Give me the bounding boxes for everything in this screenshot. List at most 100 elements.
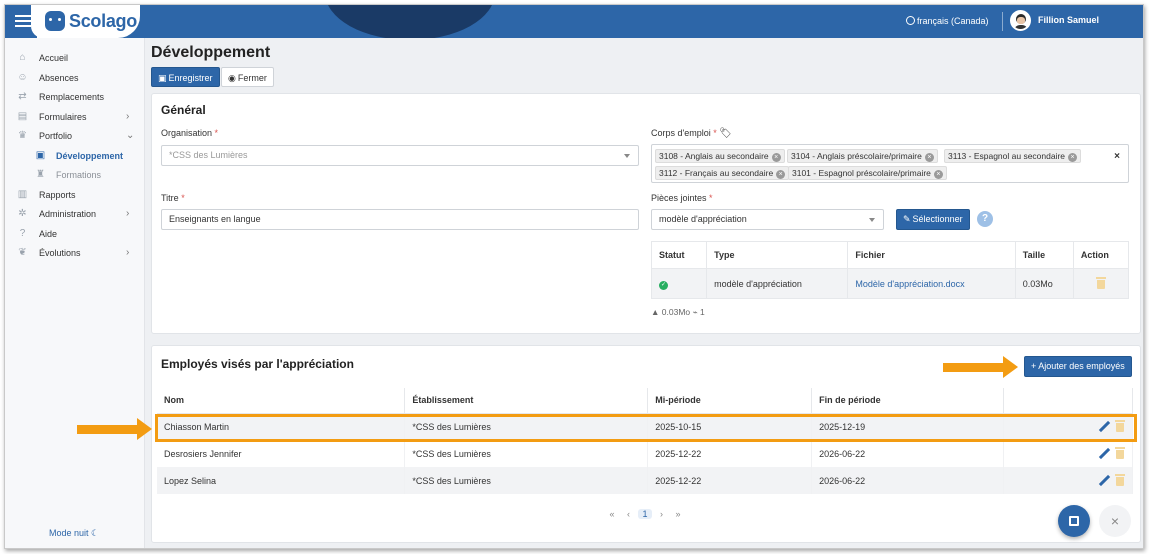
add-employees-button[interactable]: + Ajouter des employés	[1024, 356, 1132, 377]
sidebar-item-absences[interactable]: ☺ Absences	[5, 69, 145, 87]
piece-type-select[interactable]: modèle d'appréciation	[651, 209, 884, 230]
gear-icon: ✲	[18, 208, 27, 219]
paperclip-icon: ⌁	[692, 307, 698, 317]
edit-icon[interactable]	[1099, 475, 1110, 486]
sidebar-item-accueil[interactable]: ⌂ Accueil	[5, 49, 145, 67]
user-absence-icon: ☺	[17, 72, 28, 83]
logo[interactable]: Scolago	[31, 5, 140, 38]
sidebar-item-formations[interactable]: ♜ Formations	[5, 166, 145, 184]
table-row[interactable]: Desrosiers Jennifer *CSS des Lumières 20…	[157, 440, 1133, 467]
column-header[interactable]: Statut	[651, 241, 708, 269]
paperclip-icon: ✎	[903, 214, 911, 224]
column-header[interactable]: Fin de période	[811, 388, 1005, 414]
etablissement-cell: *CSS des Lumières	[404, 413, 649, 440]
trash-icon[interactable]	[1115, 446, 1125, 459]
employees-table: Nom Établissement Mi-période Fin de péri…	[157, 388, 1133, 494]
user-name[interactable]: Fillion Samuel	[1038, 15, 1099, 25]
current-page[interactable]: 1	[638, 509, 653, 519]
remove-tag-icon[interactable]: ×	[924, 153, 934, 162]
remove-tag-icon[interactable]: ×	[1068, 153, 1078, 162]
column-header[interactable]: Mi-période	[647, 388, 813, 414]
caret-down-icon	[869, 218, 875, 222]
sidebar-item-label: Accueil	[39, 53, 69, 63]
next-page-button[interactable]: ›	[655, 509, 669, 519]
caret-down-icon	[624, 154, 630, 158]
name-cell: Lopez Selina	[157, 467, 406, 494]
close-button[interactable]: ◉ Fermer	[221, 67, 274, 87]
save-button[interactable]: ▣ Enregistrer	[151, 67, 220, 87]
action-cell	[1003, 413, 1133, 440]
help-icon[interactable]: ?	[977, 211, 993, 227]
trash-icon[interactable]	[1115, 419, 1125, 432]
column-header[interactable]: Action	[1073, 241, 1130, 269]
column-header	[1003, 388, 1133, 414]
sidebar-item-label: Absences	[39, 73, 79, 83]
sidebar-item-rapports[interactable]: ▥ Rapports	[5, 186, 145, 204]
header-divider	[1002, 12, 1003, 31]
remove-tag-icon[interactable]: ×	[771, 153, 781, 162]
action-cell	[1003, 467, 1133, 494]
tag-label: 3113 - Espagnol au secondaire	[948, 151, 1066, 161]
floating-save-button[interactable]	[1058, 505, 1090, 537]
mid-period-cell: 2025-12-22	[647, 467, 813, 494]
tag-chip[interactable]: 3113 - Espagnol au secondaire ×	[944, 149, 1082, 163]
file-link[interactable]: Modèle d'appréciation.docx	[855, 279, 964, 289]
piece-type-value: modèle d'appréciation	[659, 214, 747, 224]
prev-page-button[interactable]: ‹	[622, 509, 636, 519]
corps-emploi-label: Corps d'emploi * 🏷	[651, 128, 732, 139]
column-header[interactable]: Taille	[1015, 241, 1074, 269]
sidebar-item-label: Rapports	[39, 190, 76, 200]
organisation-select[interactable]: *CSS des Lumières	[161, 145, 639, 166]
corps-emploi-multiselect[interactable]: 3108 - Anglais au secondaire × 3104 - Ang…	[651, 144, 1129, 183]
language-selector[interactable]: français (Canada)	[906, 16, 989, 26]
sidebar-item-aide[interactable]: ? Aide	[5, 225, 145, 243]
logo-text: Scolago	[69, 11, 137, 31]
close-icon: ×	[1110, 513, 1120, 529]
tag-chip[interactable]: 3108 - Anglais au secondaire ×	[655, 149, 785, 163]
sidebar-item-evolutions[interactable]: ❦ Évolutions ›	[5, 244, 145, 262]
language-label: français (Canada)	[917, 16, 989, 26]
titre-input[interactable]: Enseignants en langue	[161, 209, 639, 230]
floating-close-button[interactable]: ×	[1099, 505, 1131, 537]
sidebar-item-label: Formations	[56, 170, 102, 180]
table-row[interactable]: Lopez Selina *CSS des Lumières 2025-12-2…	[157, 467, 1133, 494]
tag-chip[interactable]: 3112 - Français au secondaire ×	[655, 166, 790, 180]
select-file-button[interactable]: ✎ Sélectionner	[896, 209, 970, 230]
owl-logo-icon	[45, 11, 65, 31]
required-marker: *	[709, 193, 713, 203]
column-header[interactable]: Établissement	[404, 388, 649, 414]
column-header[interactable]: Type	[706, 241, 849, 269]
sidebar-item-administration[interactable]: ✲ Administration ›	[5, 205, 145, 223]
end-period-cell: 2026-06-22	[811, 440, 1005, 467]
first-page-button[interactable]: «	[605, 509, 619, 519]
file-count: 1	[700, 307, 705, 317]
last-page-button[interactable]: »	[671, 509, 685, 519]
add-employees-label: Ajouter des employés	[1038, 361, 1125, 371]
table-row[interactable]: Chiasson Martin *CSS des Lumières 2025-1…	[157, 413, 1133, 440]
column-header[interactable]: Nom	[157, 388, 406, 414]
sidebar-item-remplacements[interactable]: ⇄ Remplacements	[5, 88, 145, 106]
column-header[interactable]: Fichier	[847, 241, 1016, 269]
chevron-right-icon: ›	[126, 111, 130, 122]
clear-all-icon[interactable]: ×	[1114, 151, 1120, 162]
edit-icon[interactable]	[1099, 421, 1110, 432]
sidebar-item-developpement[interactable]: ▣ Développement	[5, 147, 145, 165]
tag-chip[interactable]: 3104 - Anglais préscolaire/primaire ×	[787, 149, 938, 163]
mid-period-cell: 2025-12-22	[647, 440, 813, 467]
table-header-row: Nom Établissement Mi-période Fin de péri…	[157, 388, 1133, 414]
required-marker: *	[713, 128, 717, 138]
etablissement-cell: *CSS des Lumières	[404, 440, 649, 467]
edit-icon[interactable]	[1099, 448, 1110, 459]
avatar[interactable]	[1010, 10, 1031, 31]
trash-icon[interactable]	[1095, 276, 1106, 289]
tag-chip[interactable]: 3101 - Espagnol préscolaire/primaire ×	[788, 166, 947, 180]
sidebar-item-label: Administration	[39, 209, 97, 219]
remove-tag-icon[interactable]: ×	[933, 170, 943, 179]
night-mode-toggle[interactable]: Mode nuit ☾	[49, 528, 99, 539]
remove-tag-icon[interactable]: ×	[776, 170, 786, 179]
trash-icon[interactable]	[1115, 473, 1125, 486]
sidebar-item-portfolio[interactable]: ♛ Portfolio ⌄	[5, 127, 145, 145]
hamburger-menu-icon[interactable]	[15, 13, 31, 29]
titre-label: Titre *	[161, 193, 185, 203]
sidebar-item-formulaires[interactable]: ▤ Formulaires ›	[5, 108, 145, 126]
